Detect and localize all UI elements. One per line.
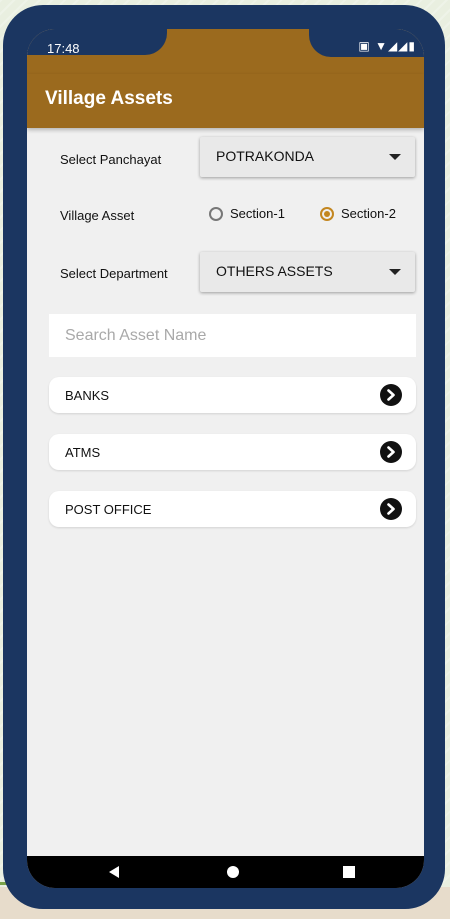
app-bar: Village Assets xyxy=(27,74,424,128)
phone-screen: 17:48 ▣ ▼◢◢▮ Village Assets Select Panch… xyxy=(27,29,424,888)
phone-frame: 17:48 ▣ ▼◢◢▮ Village Assets Select Panch… xyxy=(3,5,445,909)
list-item-label: BANKS xyxy=(65,388,110,403)
asset-item-atms[interactable]: ATMS xyxy=(49,434,416,470)
arrow-right-circle-icon[interactable] xyxy=(380,498,402,520)
page-title: Village Assets xyxy=(45,88,173,109)
department-label: Select Department xyxy=(60,266,168,281)
chevron-down-icon xyxy=(389,269,401,275)
radio-unchecked-icon xyxy=(209,206,223,221)
status-icons: ▣ ▼◢◢▮ xyxy=(358,39,416,53)
asset-item-banks[interactable]: BANKS xyxy=(49,377,416,413)
arrow-right-circle-icon[interactable] xyxy=(380,441,402,463)
department-dropdown[interactable]: OTHERS ASSETS xyxy=(200,252,415,292)
home-icon[interactable] xyxy=(227,866,239,878)
radio-checked-icon xyxy=(320,206,334,221)
chevron-down-icon xyxy=(389,154,401,160)
recents-icon[interactable] xyxy=(343,866,355,878)
arrow-right-circle-icon[interactable] xyxy=(380,384,402,406)
radio-section-1[interactable]: Section-1 xyxy=(209,206,285,221)
village-asset-label: Village Asset xyxy=(60,208,135,223)
list-item-label: ATMS xyxy=(65,445,101,460)
search-box xyxy=(49,314,416,357)
search-input[interactable] xyxy=(49,314,416,357)
back-icon[interactable] xyxy=(109,866,119,878)
panchayat-label: Select Panchayat xyxy=(60,152,162,167)
radio-section-2-label: Section-2 xyxy=(341,206,396,221)
navigation-bar xyxy=(27,856,424,888)
asset-item-post-office[interactable]: POST OFFICE xyxy=(49,491,416,527)
list-item-label: POST OFFICE xyxy=(65,502,152,517)
status-time: 17:48 xyxy=(47,41,80,56)
radio-section-1-label: Section-1 xyxy=(230,206,285,221)
radio-section-2[interactable]: Section-2 xyxy=(320,206,396,221)
panchayat-selected-value: POTRAKONDA xyxy=(216,148,315,164)
department-selected-value: OTHERS ASSETS xyxy=(216,263,333,279)
status-bar: 17:48 ▣ ▼◢◢▮ xyxy=(27,29,424,74)
panchayat-dropdown[interactable]: POTRAKONDA xyxy=(200,137,415,177)
